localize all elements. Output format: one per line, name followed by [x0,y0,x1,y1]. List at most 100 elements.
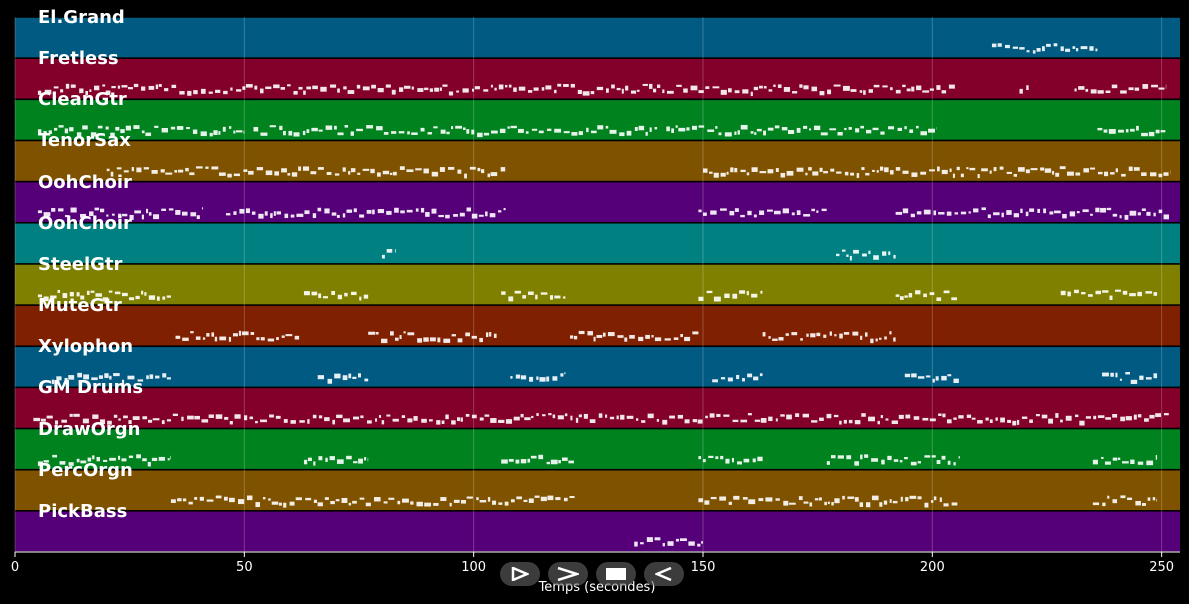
note [229,420,233,425]
note [1155,413,1162,418]
fast-forward-button[interactable] [548,562,588,586]
note [746,172,750,176]
note [1122,461,1129,464]
note [356,84,361,89]
note [917,461,921,464]
note [377,172,381,177]
note [855,128,860,133]
note [142,416,148,420]
note [971,417,976,420]
note [515,374,521,379]
note [417,88,424,92]
note [947,460,951,465]
reverse-button[interactable] [644,562,684,586]
note [854,461,860,466]
note [128,297,135,301]
note [593,336,596,342]
note [105,126,109,130]
note [740,214,745,218]
note [206,499,214,502]
note [276,211,282,215]
note [587,331,593,336]
note [569,335,574,339]
note [200,88,206,94]
note [905,497,909,502]
note [803,501,809,504]
note [518,86,526,91]
note [909,129,914,133]
note [679,538,687,542]
note [763,85,767,89]
note [465,332,470,337]
note [498,419,505,424]
note [313,499,318,503]
note [671,128,675,133]
note [425,212,430,217]
note [843,419,847,424]
note [303,291,310,296]
note [768,416,773,422]
note [811,86,818,92]
note [265,170,273,176]
note [268,498,271,501]
note [273,211,276,216]
play-button[interactable] [500,562,540,586]
stop-button[interactable] [596,562,636,586]
note [814,498,819,501]
note [953,462,956,466]
note [149,374,154,379]
note [293,132,300,137]
note [368,331,375,335]
note [1153,373,1158,379]
note [1125,372,1131,375]
note [476,497,479,501]
note [666,126,670,132]
note [854,420,861,425]
note [362,86,370,91]
note [820,132,828,136]
note [1130,459,1135,465]
note [117,85,121,89]
note [415,208,419,212]
note [529,376,534,382]
note [182,337,189,341]
note [520,413,524,418]
note [552,376,558,381]
note [179,91,185,95]
note [889,499,892,503]
note [889,170,894,175]
note [121,292,128,297]
note [214,336,218,342]
note [273,84,280,89]
note [451,420,456,425]
note [754,132,757,135]
note [649,127,652,132]
note [1121,173,1126,177]
note [645,131,648,136]
note [518,128,524,133]
note [596,86,604,91]
note [283,502,287,508]
note [833,414,839,418]
note [514,290,521,294]
note [353,208,357,213]
note [1006,171,1012,174]
note [780,172,786,178]
note [916,211,922,215]
note [1129,210,1137,216]
note [731,457,734,463]
note [350,168,356,173]
note [503,207,506,211]
note [538,454,544,460]
note [311,291,318,296]
note [560,373,564,377]
note [558,460,561,464]
note [552,414,556,419]
note [1146,211,1151,216]
note [647,413,654,419]
note [164,88,169,92]
playback-controls [500,562,684,586]
note [837,455,844,459]
note [839,420,842,425]
note [1112,414,1118,418]
